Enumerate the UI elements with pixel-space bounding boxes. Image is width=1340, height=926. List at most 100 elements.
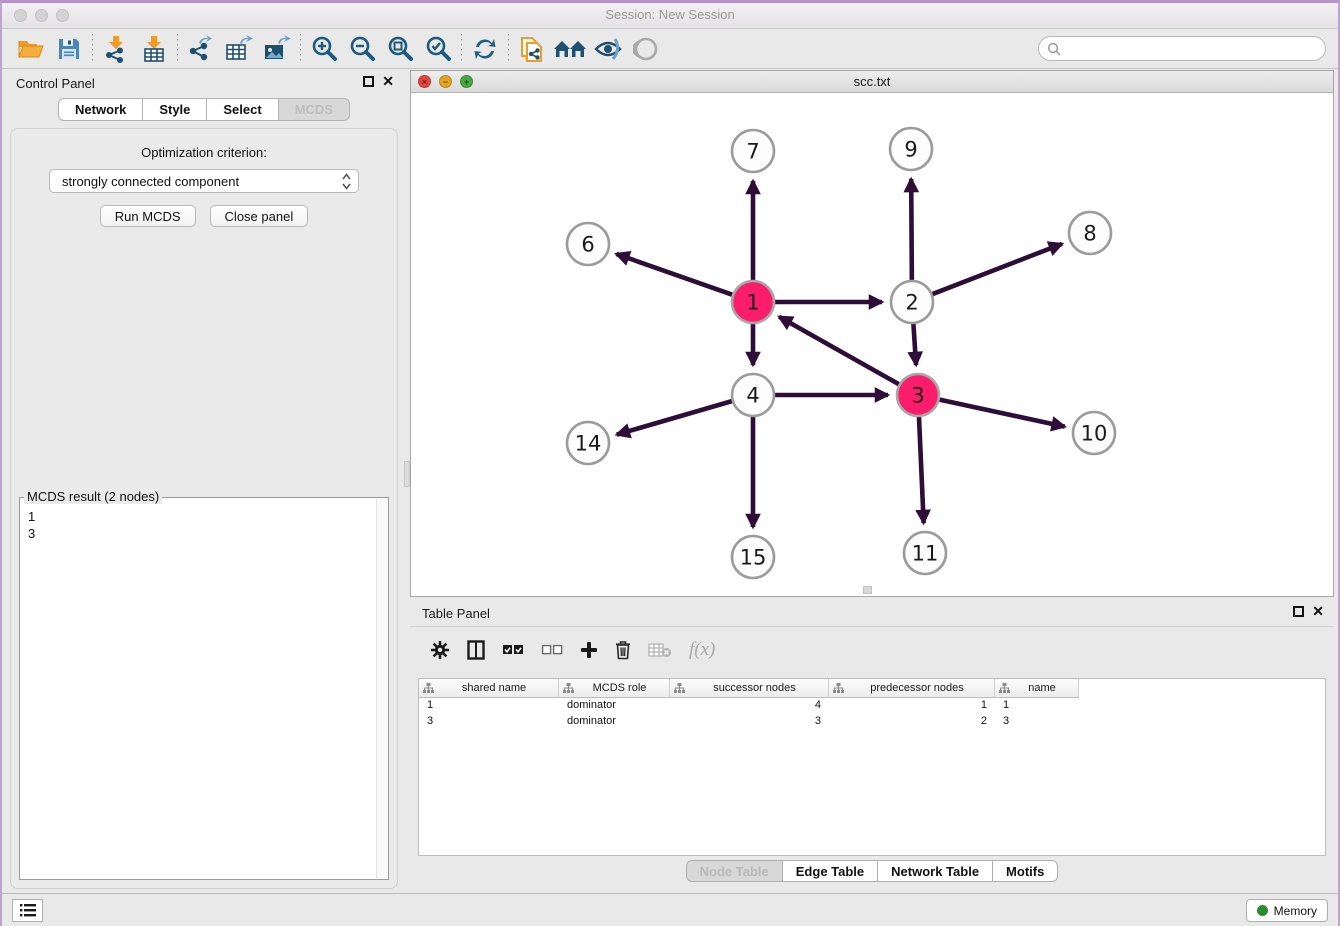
deselect-all-rows-button[interactable] — [541, 638, 563, 662]
svg-text:11: 11 — [912, 542, 939, 566]
memory-status-icon — [1257, 905, 1268, 916]
network-canvas[interactable]: 7 9 6 8 1 2 4 3 14 10 15 11 — [411, 93, 1333, 596]
toolbar-separator — [92, 34, 93, 64]
tab-style[interactable]: Style — [143, 98, 207, 121]
graph-node-2[interactable]: 2 — [891, 281, 933, 323]
graph-node-1[interactable]: 1 — [732, 281, 774, 323]
toggle-bird-eye-button[interactable] — [627, 33, 665, 65]
graph-edge-2-8[interactable] — [933, 244, 1063, 294]
graph-edge-2-3[interactable] — [913, 324, 916, 365]
zoom-in-button[interactable] — [305, 33, 343, 65]
table-cell[interactable]: 2 — [829, 714, 995, 730]
column-header-name[interactable]: name — [995, 679, 1079, 698]
tab-mcds[interactable]: MCDS — [279, 98, 350, 121]
import-network-button[interactable] — [97, 33, 135, 65]
zoom-selected-icon — [424, 35, 452, 63]
svg-text:7: 7 — [746, 140, 759, 164]
close-panel-icon[interactable]: ✕ — [382, 76, 394, 87]
graph-edge-3-11[interactable] — [919, 417, 924, 523]
column-header-successor-nodes[interactable]: successor nodes — [670, 679, 829, 698]
run-mcds-button[interactable]: Run MCDS — [100, 205, 196, 227]
add-column-button[interactable] — [580, 638, 598, 662]
search-input[interactable] — [1061, 41, 1325, 56]
memory-button[interactable]: Memory — [1246, 899, 1328, 922]
table-cell[interactable]: 3 — [995, 714, 1079, 730]
float-panel-icon[interactable] — [363, 76, 374, 87]
table-cell[interactable]: 1 — [829, 698, 995, 714]
export-image-button[interactable] — [258, 33, 296, 65]
save-session-button[interactable] — [50, 33, 88, 65]
graph-node-4[interactable]: 4 — [732, 374, 774, 416]
graph-node-9[interactable]: 9 — [890, 128, 932, 170]
table-cell[interactable]: 3 — [419, 714, 559, 730]
network-graph[interactable]: 7 9 6 8 1 2 4 3 14 10 15 11 — [411, 93, 1337, 596]
node-table[interactable]: shared nameMCDS rolesuccessor nodesprede… — [418, 678, 1326, 856]
show-columns-button[interactable] — [467, 638, 485, 662]
status-bar: Memory — [2, 893, 1338, 926]
svg-text:9: 9 — [904, 138, 917, 162]
table-cell[interactable]: 4 — [670, 698, 829, 714]
graph-edge-3-10[interactable] — [940, 400, 1065, 427]
graph-node-10[interactable]: 10 — [1073, 412, 1115, 454]
export-network-button[interactable] — [182, 33, 220, 65]
graph-node-8[interactable]: 8 — [1069, 212, 1111, 254]
tab-edge-table[interactable]: Edge Table — [783, 860, 878, 882]
task-history-button[interactable] — [12, 899, 43, 922]
apply-function-button[interactable]: f(x) — [689, 638, 715, 662]
svg-text:2: 2 — [905, 291, 918, 315]
tab-network-table[interactable]: Network Table — [878, 860, 993, 882]
trash-icon — [615, 640, 631, 660]
network-window-titlebar[interactable]: × − + scc.txt — [411, 71, 1333, 93]
horizontal-scrollbar-thumb[interactable] — [863, 586, 872, 594]
zoom-out-button[interactable] — [343, 33, 381, 65]
result-scrollbar[interactable] — [376, 499, 387, 878]
search-field[interactable] — [1038, 36, 1326, 61]
close-panel-button[interactable]: Close panel — [210, 205, 309, 227]
column-header-predecessor-nodes[interactable]: predecessor nodes — [829, 679, 995, 698]
zoom-selected-button[interactable] — [419, 33, 457, 65]
home-icon — [553, 37, 587, 61]
table-cell[interactable]: 1 — [995, 698, 1079, 714]
export-table-button[interactable] — [220, 33, 258, 65]
column-header-shared-name[interactable]: shared name — [419, 679, 559, 698]
table-body: 1dominator4113dominator323 — [419, 698, 1325, 730]
graph-node-14[interactable]: 14 — [567, 422, 609, 464]
tab-node-table[interactable]: Node Table — [686, 860, 783, 882]
table-row[interactable]: 1dominator411 — [419, 698, 1325, 714]
select-all-rows-button[interactable] — [502, 638, 524, 662]
delete-column-button[interactable] — [615, 638, 631, 662]
show-graphics-details-button[interactable] — [589, 33, 627, 65]
delete-table-button[interactable] — [648, 638, 672, 662]
open-session-button[interactable] — [12, 33, 50, 65]
mcds-result-list[interactable]: 13 — [20, 498, 388, 879]
close-table-panel-icon[interactable]: ✕ — [1312, 606, 1324, 617]
table-cell[interactable]: 3 — [670, 714, 829, 730]
graph-node-7[interactable]: 7 — [732, 130, 774, 172]
graph-edge-4-14[interactable] — [617, 401, 732, 434]
table-cell[interactable]: dominator — [559, 714, 670, 730]
table-cell[interactable]: 1 — [419, 698, 559, 714]
tab-motifs[interactable]: Motifs — [993, 860, 1058, 882]
graph-edge-1-6[interactable] — [616, 254, 732, 295]
graph-node-6[interactable]: 6 — [567, 223, 609, 265]
first-neighbors-button[interactable] — [551, 33, 589, 65]
zoom-fit-button[interactable] — [381, 33, 419, 65]
graph-node-3[interactable]: 3 — [897, 374, 939, 416]
table-cell[interactable]: dominator — [559, 698, 670, 714]
graph-edge-2-9[interactable] — [911, 179, 912, 280]
dropdown-stepper-icon — [342, 173, 351, 190]
panel-splitter-handle[interactable] — [404, 461, 410, 487]
graph-edge-3-1[interactable] — [779, 317, 899, 384]
table-settings-button[interactable] — [430, 638, 450, 662]
import-table-button[interactable] — [135, 33, 173, 65]
graph-node-11[interactable]: 11 — [904, 532, 946, 574]
tab-network[interactable]: Network — [58, 98, 143, 121]
tab-select[interactable]: Select — [207, 98, 278, 121]
criterion-dropdown[interactable]: strongly connected component — [49, 169, 359, 193]
clone-network-button[interactable] — [513, 33, 551, 65]
float-table-panel-icon[interactable] — [1293, 606, 1304, 617]
table-row[interactable]: 3dominator323 — [419, 714, 1325, 730]
column-header-MCDS-role[interactable]: MCDS role — [559, 679, 670, 698]
refresh-view-button[interactable] — [466, 33, 504, 65]
graph-node-15[interactable]: 15 — [732, 536, 774, 578]
